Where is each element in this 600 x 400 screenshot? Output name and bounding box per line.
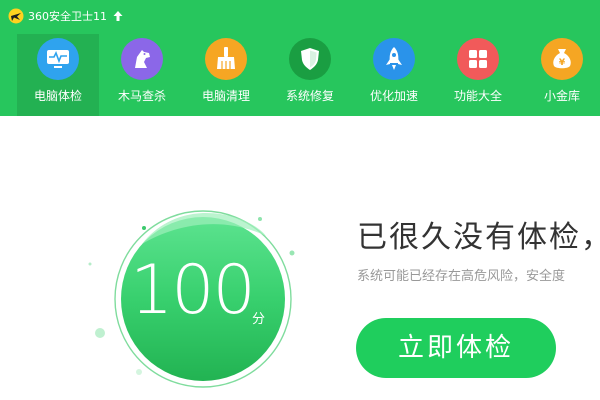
app-brand: 360安全卫士11 [8, 7, 124, 25]
nav-label-trojan-scan: 木马查杀 [117, 89, 166, 103]
nav-item-speed-up[interactable]: 优化加速 [353, 34, 435, 116]
nav-item-small-vault[interactable]: ¥ 小金库 [521, 34, 600, 116]
nav-item-all-features[interactable]: 功能大全 [437, 34, 519, 116]
broom-icon [205, 38, 247, 80]
nav-item-trojan-scan[interactable]: 木马查杀 [101, 34, 183, 116]
money-bag-icon: ¥ [541, 38, 583, 80]
top-bar: 360安全卫士11 电脑体检 木马查杀 电脑清理 系统修复 优化加速 功能大全 … [0, 0, 600, 116]
nav-label-system-repair: 系统修复 [285, 89, 334, 103]
nav-label-pc-cleanup: 电脑清理 [201, 89, 250, 103]
start-checkup-button[interactable]: 立即体检 [356, 318, 556, 378]
app-title: 360安全卫士11 [28, 10, 107, 23]
main-nav: 电脑体检 木马查杀 电脑清理 系统修复 优化加速 功能大全 ¥ 小金库 [0, 28, 600, 116]
monitor-pulse-icon [37, 38, 79, 80]
checkup-subline: 系统可能已经存在高危风险，安全度 [357, 269, 566, 284]
grid-icon [457, 38, 499, 80]
nav-item-pc-checkup[interactable]: 电脑体检 [17, 34, 99, 116]
health-score-value: 100 [130, 251, 256, 330]
nav-label-all-features: 功能大全 [453, 89, 502, 103]
nav-label-speed-up: 优化加速 [369, 89, 418, 103]
shield-icon [289, 38, 331, 80]
upgrade-arrow-icon[interactable] [112, 10, 124, 22]
health-score-unit: 分 [252, 312, 266, 327]
nav-label-small-vault: 小金库 [543, 89, 580, 103]
horse-icon [121, 38, 163, 80]
checkup-headline: 已很久没有体检，建 [357, 220, 600, 255]
health-score-widget: 100 分 [84, 196, 310, 400]
rocket-icon [373, 38, 415, 80]
nav-label-pc-checkup: 电脑体检 [33, 89, 82, 103]
svg-text:¥: ¥ [559, 58, 566, 68]
nav-item-pc-cleanup[interactable]: 电脑清理 [185, 34, 267, 116]
nav-item-system-repair[interactable]: 系统修复 [269, 34, 351, 116]
app-logo-icon [8, 8, 24, 24]
